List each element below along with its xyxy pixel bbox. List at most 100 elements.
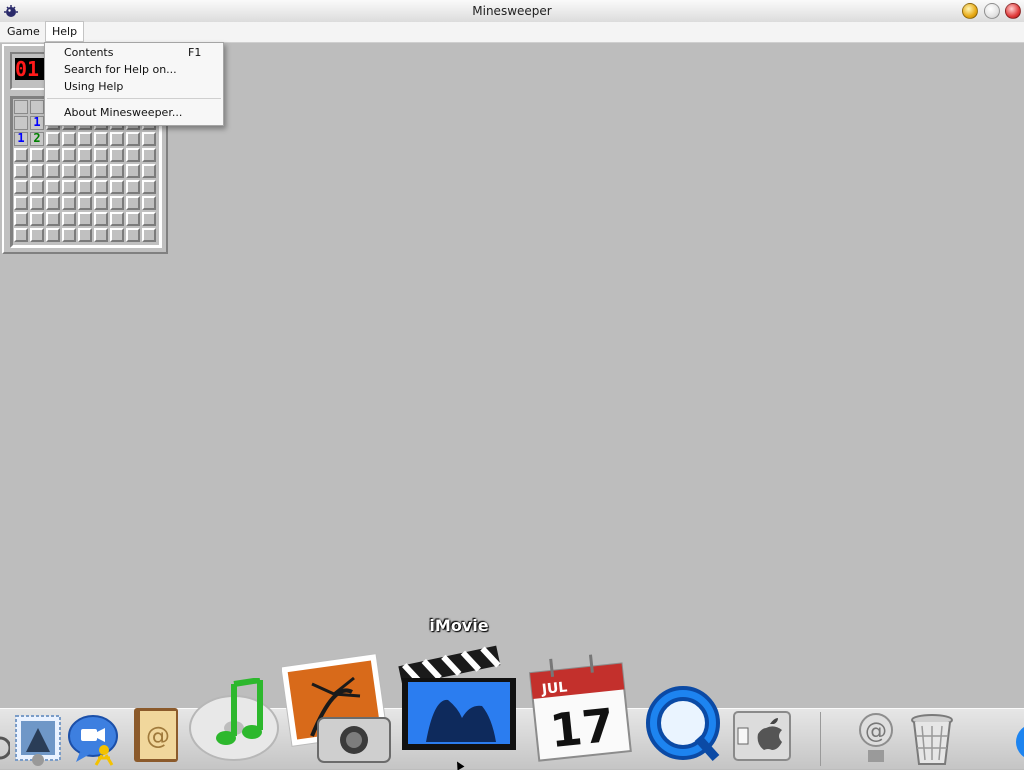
mine-cell[interactable] [142, 148, 156, 162]
mine-cell[interactable] [46, 196, 60, 210]
mine-cell[interactable] [110, 132, 124, 146]
mine-cell[interactable] [142, 212, 156, 226]
mine-cell[interactable] [94, 164, 108, 178]
mine-cell[interactable] [126, 132, 140, 146]
mine-cell[interactable] [62, 180, 76, 194]
mine-number: 2 [33, 131, 41, 145]
dock-hover-label: iMovie [429, 616, 489, 635]
mine-cell[interactable] [62, 164, 76, 178]
trash-icon[interactable] [910, 714, 954, 766]
mine-cell[interactable] [14, 212, 28, 226]
menu-help[interactable]: Help [46, 22, 84, 41]
itunes-icon[interactable] [188, 678, 280, 762]
mail-icon[interactable] [12, 712, 64, 766]
mine-cell[interactable] [46, 148, 60, 162]
mine-cell[interactable] [78, 164, 92, 178]
mine-cell[interactable] [14, 196, 28, 210]
mine-cell[interactable] [94, 132, 108, 146]
mine-cell[interactable] [14, 148, 28, 162]
mine-cell[interactable] [110, 148, 124, 162]
mine-cell[interactable] [46, 132, 60, 146]
mine-cell[interactable] [110, 228, 124, 242]
mine-cell[interactable] [142, 180, 156, 194]
menu-item-about-minesweeper[interactable]: About Minesweeper... [64, 106, 182, 119]
mine-cell[interactable] [62, 148, 76, 162]
mine-cell[interactable] [142, 132, 156, 146]
window-title: Minesweeper [472, 4, 552, 18]
ical-icon[interactable]: JUL 17 [526, 652, 636, 764]
mine-cell[interactable] [78, 148, 92, 162]
mine-cell[interactable] [94, 196, 108, 210]
mine-number: 1 [33, 115, 41, 129]
mine-number: 1 [17, 131, 25, 145]
close-button[interactable] [1005, 3, 1021, 19]
address-book-icon[interactable]: @ [128, 704, 184, 766]
mine-cell[interactable] [142, 196, 156, 210]
mine-cell[interactable] [142, 228, 156, 242]
mine-cell[interactable] [14, 100, 28, 114]
mine-cell[interactable] [30, 148, 44, 162]
title-bar[interactable]: Minesweeper [0, 0, 1024, 23]
mine-cell[interactable] [14, 228, 28, 242]
menu-game[interactable]: Game [1, 25, 46, 38]
mine-cell[interactable] [78, 132, 92, 146]
mine-cell[interactable] [78, 196, 92, 210]
mine-cell[interactable] [14, 164, 28, 178]
dock-partial-right-icon[interactable] [1012, 718, 1024, 766]
system-preferences-icon[interactable] [732, 710, 792, 762]
mine-cell[interactable] [126, 148, 140, 162]
mine-cell[interactable] [110, 180, 124, 194]
menu-item-search-for-help[interactable]: Search for Help on... [64, 63, 177, 76]
mine-cell[interactable] [78, 180, 92, 194]
mine-cell[interactable] [94, 148, 108, 162]
mine-cell[interactable] [30, 100, 44, 114]
mine-cell[interactable] [62, 132, 76, 146]
mine-cell[interactable] [30, 196, 44, 210]
mine-cell[interactable] [30, 228, 44, 242]
mine-cell[interactable] [30, 180, 44, 194]
mine-cell[interactable] [30, 164, 44, 178]
mine-cell[interactable] [126, 180, 140, 194]
mine-cell[interactable] [126, 228, 140, 242]
mine-cell[interactable] [110, 212, 124, 226]
imovie-icon[interactable] [396, 638, 520, 764]
ical-month-label: JUL [540, 679, 568, 698]
mine-cell[interactable] [110, 196, 124, 210]
mine-cell[interactable] [62, 196, 76, 210]
mine-cell[interactable] [46, 228, 60, 242]
mine-cell[interactable] [110, 164, 124, 178]
ichat-icon[interactable] [66, 712, 120, 766]
zoom-button[interactable] [984, 3, 1000, 19]
svg-text:@: @ [865, 719, 887, 744]
mine-cell[interactable] [126, 212, 140, 226]
mine-cell[interactable] [14, 116, 28, 130]
mine-cell[interactable] [94, 212, 108, 226]
menu-item-contents[interactable]: Contents [64, 46, 113, 59]
mine-cell[interactable] [78, 228, 92, 242]
mine-cell[interactable] [30, 212, 44, 226]
mine-cell[interactable] [94, 180, 108, 194]
menu-item-using-help[interactable]: Using Help [64, 80, 123, 93]
menu-bar: Game Help [0, 22, 1024, 43]
mine-cell[interactable] [46, 164, 60, 178]
mine-counter: 01 [15, 58, 47, 80]
shortcut-f1: F1 [188, 46, 202, 59]
mine-cell[interactable] [78, 212, 92, 226]
mine-cell[interactable] [14, 180, 28, 194]
iphoto-icon[interactable] [282, 652, 394, 764]
mine-cell[interactable] [62, 228, 76, 242]
svg-text:@: @ [146, 722, 170, 750]
minimize-button[interactable] [962, 3, 978, 19]
menu-separator [47, 98, 221, 99]
finder-partial-icon[interactable] [0, 726, 10, 768]
help-dropdown-menu: Contents F1 Search for Help on... Using … [44, 42, 224, 126]
quicktime-icon[interactable] [642, 682, 724, 764]
mine-cell[interactable] [46, 212, 60, 226]
mine-cell[interactable] [46, 180, 60, 194]
mine-cell[interactable] [126, 196, 140, 210]
mine-cell[interactable] [126, 164, 140, 178]
mine-cell[interactable] [62, 212, 76, 226]
mail-drop-icon[interactable]: @ [852, 712, 900, 766]
mine-cell[interactable] [94, 228, 108, 242]
mine-cell[interactable] [142, 164, 156, 178]
